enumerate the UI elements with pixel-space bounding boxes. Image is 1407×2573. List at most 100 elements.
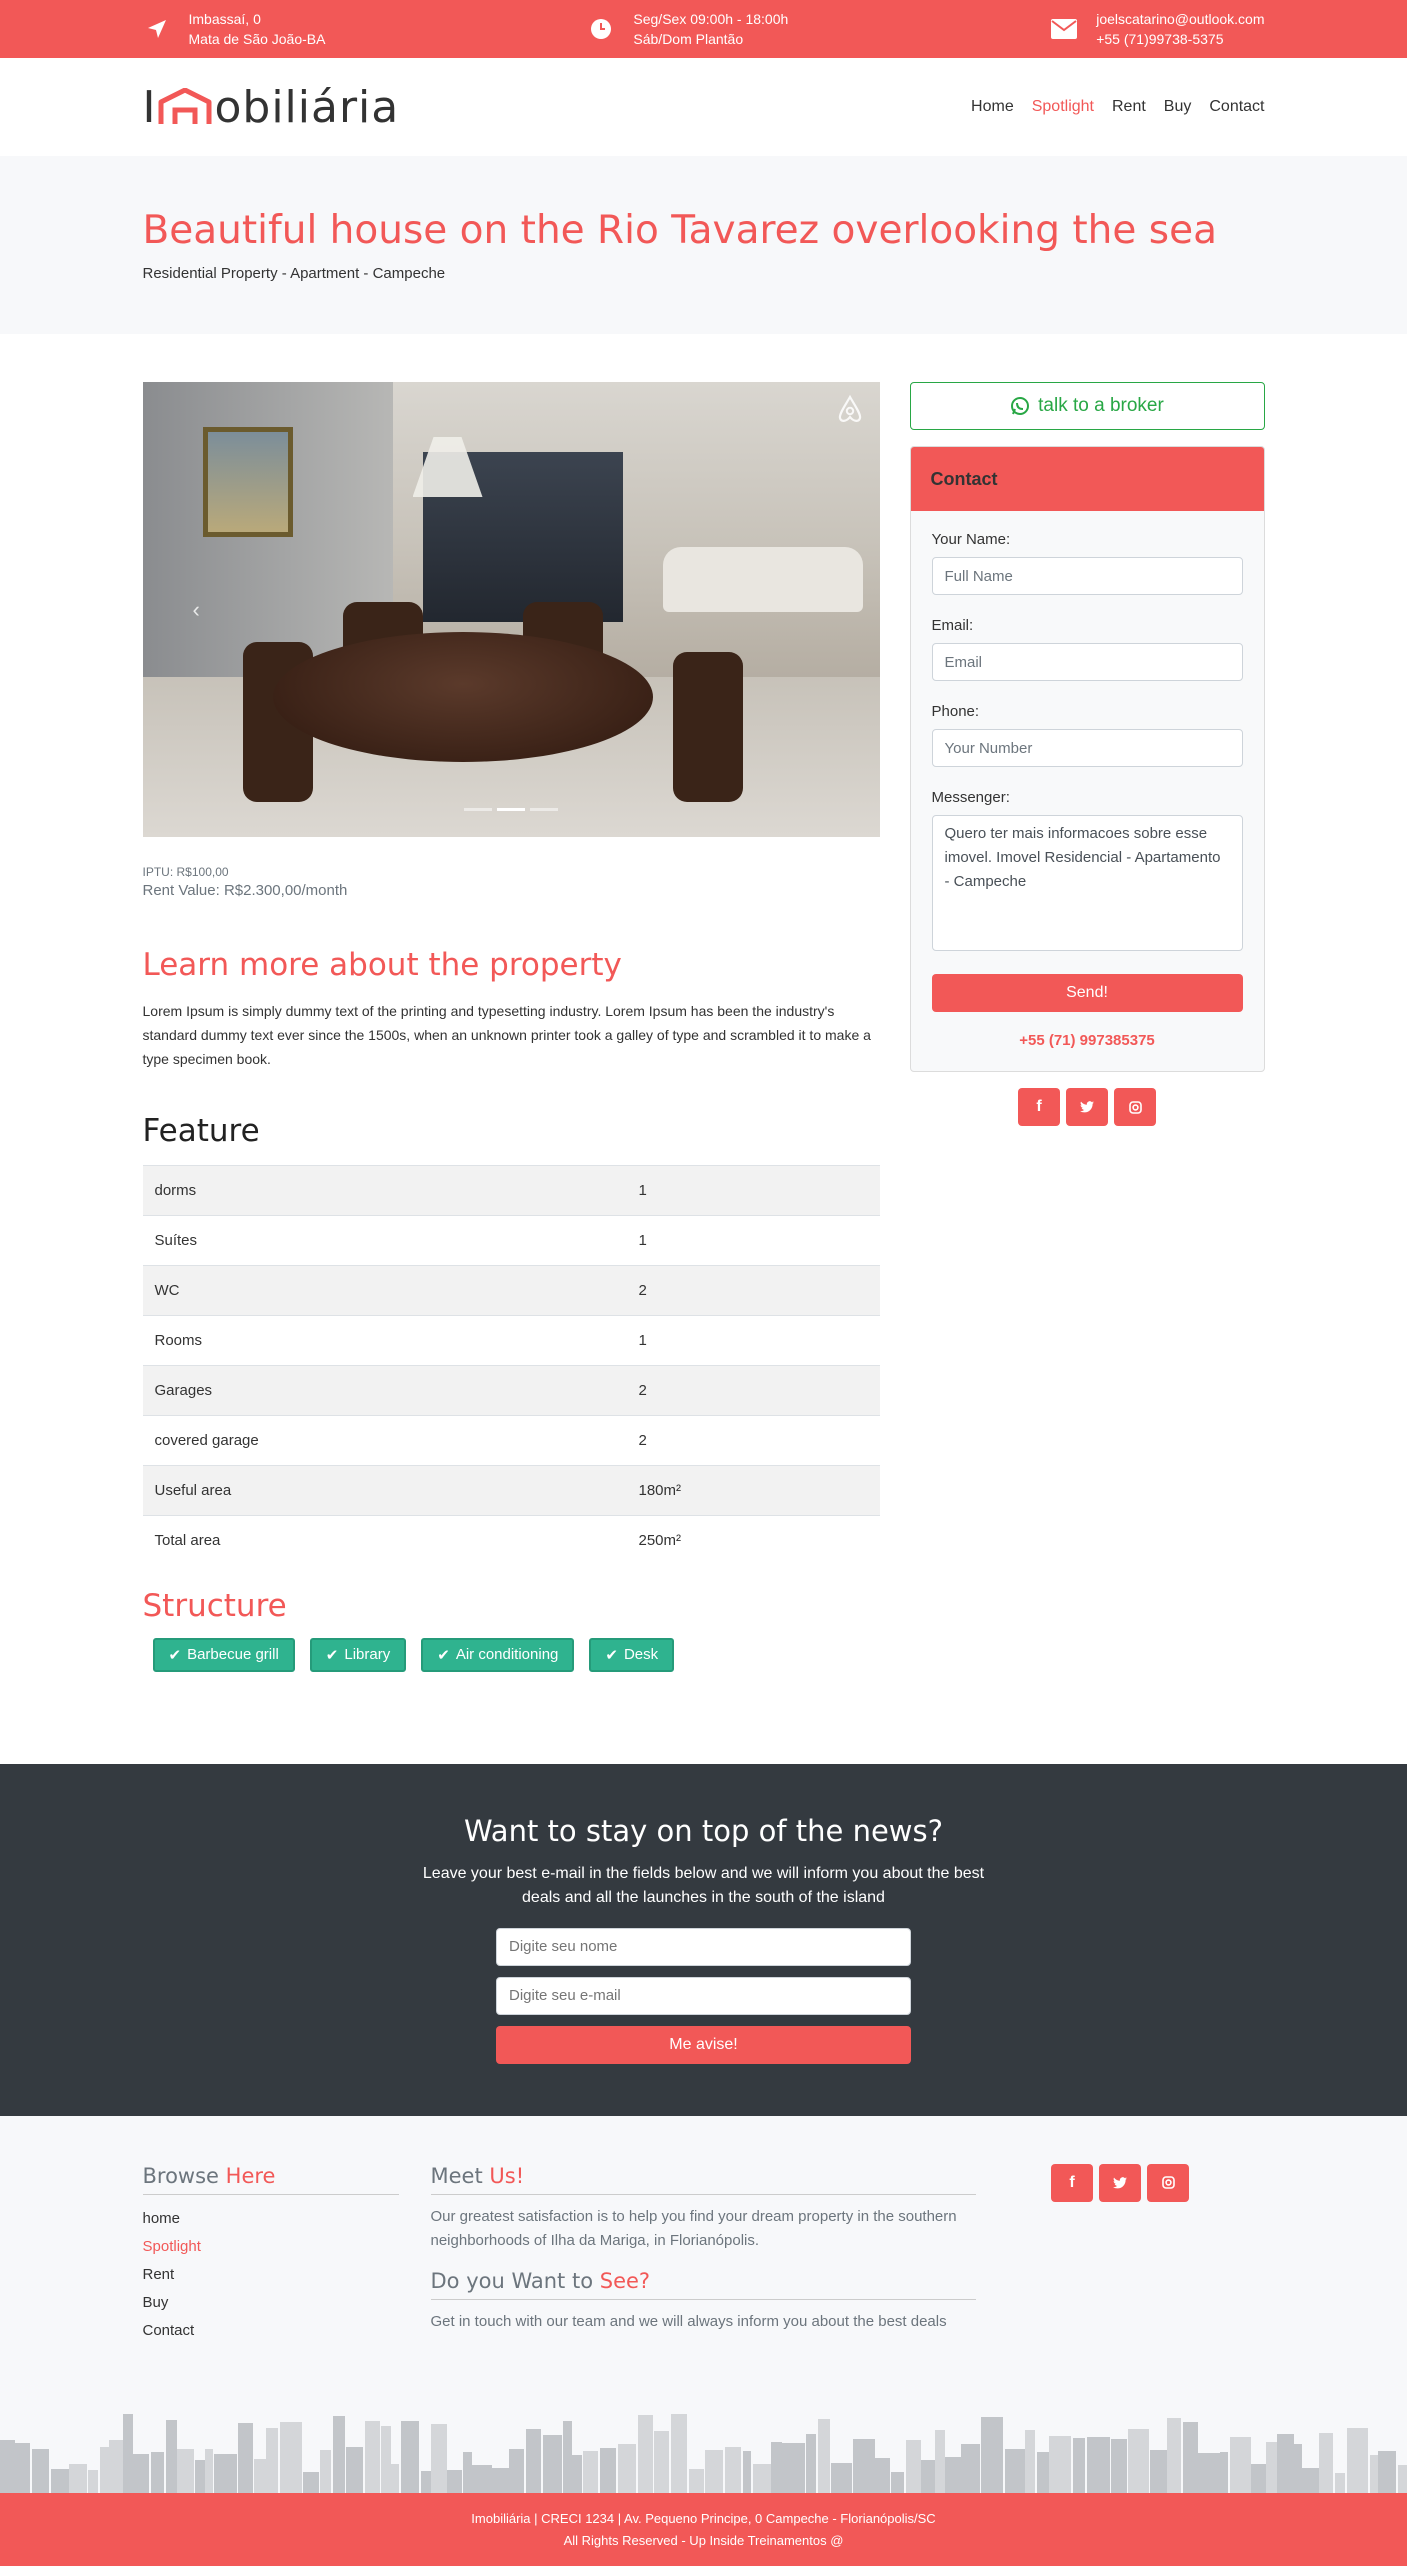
nav-contact[interactable]: Contact bbox=[1209, 98, 1264, 116]
main-content: ‹ IPTU: R$100,00 Rent Value: R$2.300,00/… bbox=[142, 334, 1265, 1764]
feature-name: covered garage bbox=[142, 1415, 627, 1466]
phone-label: Phone: bbox=[931, 703, 980, 720]
skyline-building bbox=[123, 2413, 133, 2493]
twitter-icon[interactable] bbox=[1066, 1088, 1108, 1126]
skyline-building bbox=[572, 2454, 582, 2493]
skyline-building bbox=[1073, 2437, 1085, 2493]
nav-rent[interactable]: Rent bbox=[1112, 98, 1146, 116]
nav-home[interactable]: Home bbox=[971, 98, 1014, 116]
footer-browse: Browse Here home Spotlight Rent Buy Cont… bbox=[142, 2163, 399, 2350]
phone-input[interactable] bbox=[931, 729, 1243, 767]
skyline-building bbox=[365, 2420, 380, 2493]
twitter-icon[interactable] bbox=[1099, 2163, 1141, 2202]
iptu-value: IPTU: R$100,00 bbox=[142, 865, 229, 879]
skyline-building bbox=[254, 2458, 266, 2493]
email-input[interactable] bbox=[931, 643, 1243, 681]
nav-buy[interactable]: Buy bbox=[1164, 98, 1192, 116]
footer-link-contact[interactable]: Contact bbox=[143, 2317, 399, 2345]
photo-lamp bbox=[412, 437, 483, 497]
logo-text-right: obiliária bbox=[214, 81, 400, 133]
skyline-building bbox=[853, 2438, 875, 2493]
table-row: WC 2 bbox=[142, 1265, 880, 1316]
feature-value: 2 bbox=[626, 1265, 880, 1316]
newsletter-form: Me avise! bbox=[496, 1927, 911, 2064]
skyline-building bbox=[1319, 2432, 1333, 2493]
contact-email[interactable]: joelscatarino@outlook.com bbox=[1096, 9, 1264, 29]
name-input[interactable] bbox=[931, 557, 1243, 595]
broker-phone[interactable]: +55 (71) 997385375 bbox=[932, 1032, 1243, 1049]
address-line-2: Mata de São João-BA bbox=[188, 31, 326, 47]
feature-name: Useful area bbox=[142, 1465, 627, 1516]
contact-card-title: Contact bbox=[910, 447, 1264, 511]
skyline-building bbox=[818, 2418, 830, 2493]
carousel-indicator[interactable] bbox=[464, 808, 492, 811]
instagram-icon[interactable] bbox=[1114, 1088, 1156, 1126]
airbnb-icon bbox=[834, 394, 866, 429]
structure-tags: ✔ Barbecue grill ✔ Library ✔ Air conditioni… bbox=[143, 1637, 880, 1672]
newsletter-email-input[interactable] bbox=[496, 1976, 911, 2015]
skyline-building bbox=[1150, 2449, 1167, 2493]
skyline-building bbox=[177, 2448, 194, 2493]
skyline-building bbox=[303, 2471, 319, 2493]
skyline-building bbox=[421, 2470, 431, 2493]
skyline-building bbox=[214, 2453, 237, 2493]
feature-value: 1 bbox=[626, 1315, 880, 1366]
footer-social: f bbox=[976, 2163, 1265, 2350]
top-info-bar: Imbassaí, 0 Mata de São João-BA Seg/Sex … bbox=[0, 0, 1407, 58]
facebook-icon[interactable]: f bbox=[1051, 2163, 1093, 2202]
footer-link-spotlight[interactable]: Spotlight bbox=[143, 2233, 399, 2261]
newsletter-submit-button[interactable]: Me avise! bbox=[496, 2025, 911, 2064]
skyline-building bbox=[935, 2429, 945, 2493]
skyline-building bbox=[705, 2449, 723, 2493]
email-label: Email: bbox=[931, 617, 974, 634]
footer-link-buy[interactable]: Buy bbox=[143, 2289, 399, 2317]
structure-tag: ✔ Desk bbox=[589, 1637, 675, 1672]
skyline-building bbox=[51, 2468, 69, 2493]
skyline-building bbox=[1220, 2451, 1228, 2493]
feature-name: Garages bbox=[142, 1365, 627, 1416]
browse-heading-b: Here bbox=[225, 2163, 276, 2188]
nav-spotlight[interactable]: Spotlight bbox=[1032, 98, 1094, 116]
skyline-building bbox=[1230, 2436, 1251, 2493]
footer-link-home[interactable]: home bbox=[143, 2205, 399, 2233]
skyline-building bbox=[1378, 2450, 1396, 2493]
skyline-building bbox=[526, 2428, 541, 2493]
skyline-building bbox=[195, 2459, 205, 2493]
feature-heading: Feature bbox=[142, 1113, 260, 1149]
page-subtitle: Residential Property - Apartment - Campe… bbox=[142, 265, 446, 282]
footer-link-rent[interactable]: Rent bbox=[143, 2261, 399, 2289]
structure-tag-label: Desk bbox=[623, 1646, 659, 1663]
property-photo-carousel[interactable]: ‹ bbox=[142, 382, 880, 837]
name-label: Your Name: bbox=[931, 531, 1011, 548]
message-textarea[interactable]: Quero ter mais informacoes sobre esse im… bbox=[931, 815, 1243, 951]
site-logo[interactable]: I obiliária bbox=[143, 82, 400, 133]
skyline-building bbox=[32, 2448, 49, 2493]
hours-info: Seg/Sex 09:00h - 18:00h Sáb/Dom Plantão bbox=[587, 9, 788, 49]
skyline-building bbox=[1183, 2421, 1198, 2493]
skyline-building bbox=[391, 2463, 399, 2493]
carousel-indicator[interactable] bbox=[497, 808, 525, 811]
skyline-building bbox=[333, 2415, 345, 2493]
newsletter-name-input[interactable] bbox=[496, 1927, 911, 1966]
contact-phone[interactable]: +55 (71)99738-5375 bbox=[1096, 29, 1264, 49]
table-row: dorms 1 bbox=[142, 1165, 880, 1216]
structure-tag-label: Barbecue grill bbox=[187, 1646, 279, 1663]
skyline-building bbox=[151, 2451, 164, 2493]
carousel-prev-icon[interactable]: ‹ bbox=[193, 597, 200, 623]
skyline-building bbox=[1025, 2429, 1035, 2493]
instagram-icon[interactable] bbox=[1147, 2163, 1189, 2202]
skyline-building bbox=[1005, 2448, 1025, 2493]
send-button[interactable]: Send! bbox=[931, 974, 1243, 1012]
facebook-icon[interactable]: f bbox=[1018, 1088, 1060, 1126]
talk-to-broker-button[interactable]: talk to a broker bbox=[909, 382, 1265, 430]
clock-icon bbox=[587, 15, 615, 43]
skyline-building bbox=[205, 2448, 213, 2493]
carousel-indicator[interactable] bbox=[530, 808, 558, 811]
message-label: Messenger: bbox=[931, 789, 1010, 806]
skyline-building bbox=[133, 2453, 149, 2493]
photo-dining-table bbox=[272, 632, 653, 762]
skyline-building bbox=[1266, 2441, 1277, 2493]
newsletter-text: Leave your best e-mail in the fields bel… bbox=[422, 1864, 985, 1906]
feature-name: WC bbox=[142, 1265, 627, 1316]
skyline-building bbox=[447, 2469, 462, 2493]
